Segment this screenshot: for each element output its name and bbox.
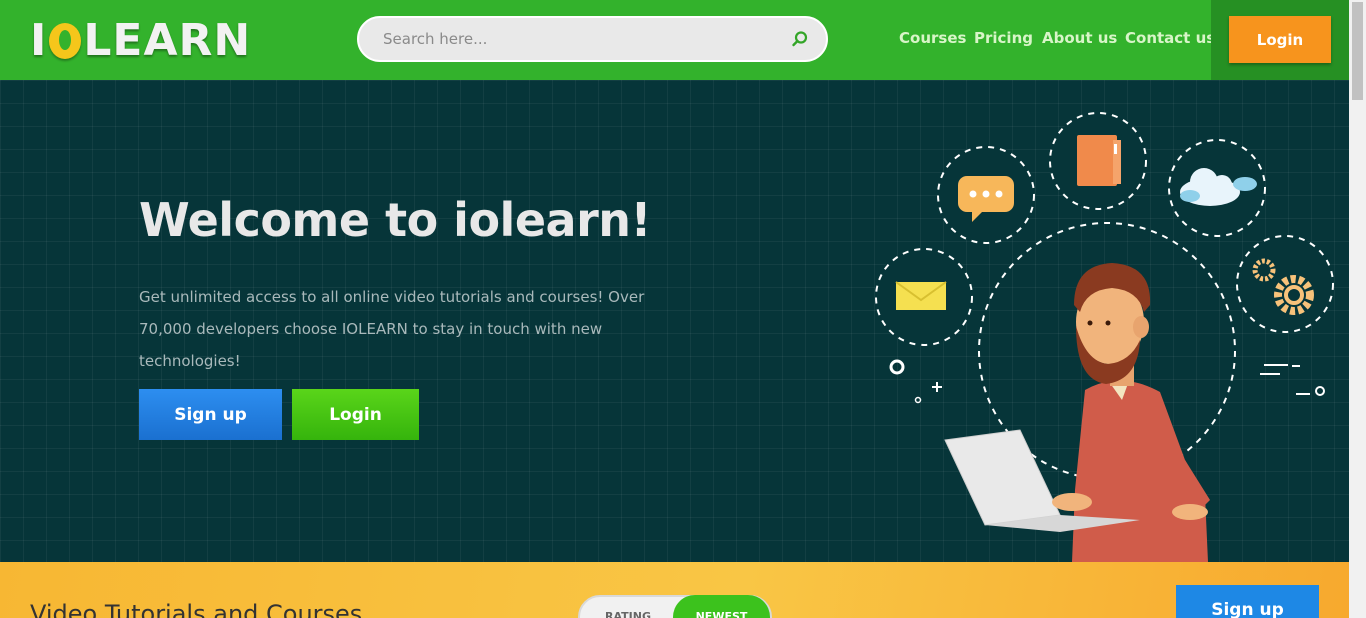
hero-description: Get unlimited access to all online video… [139,288,645,370]
hero-title: Welcome to iolearn! [139,193,651,247]
header-login-button[interactable]: Login [1229,16,1331,63]
folder-icon [1049,112,1147,210]
developer-with-laptop [944,263,1210,562]
sort-newest-option[interactable]: NEWEST [673,595,770,618]
scrollbar-thumb[interactable] [1352,2,1363,100]
search-icon [792,31,808,47]
nav-courses[interactable]: Courses [899,29,966,47]
gears-icon [1236,235,1334,333]
strip-signup-button[interactable]: Sign up [1176,585,1319,618]
chat-bubble-icon [937,146,1035,244]
search-bar [357,16,828,62]
logo-letter-i: I [30,14,48,66]
tutorials-strip: Video Tutorials and Courses RATING NEWES… [0,562,1349,618]
iolearn-logo[interactable]: I LEARN [30,12,251,68]
hero-section: Welcome to iolearn! Get unlimited access… [0,80,1349,562]
developer-illustration [875,112,1334,562]
search-button[interactable] [780,19,820,59]
nav-contact-us[interactable]: Contact us [1125,29,1215,47]
cloud-icon [1168,139,1266,237]
logo-o-icon [49,23,82,59]
sort-toggle[interactable]: RATING NEWEST [578,595,772,618]
hero-login-button[interactable]: Login [292,389,419,440]
nav-about-us[interactable]: About us [1042,29,1117,47]
header-login-area: Login [1211,0,1349,80]
site-header: I LEARN Courses Pricing About us Contact … [0,0,1349,80]
sort-rating-option[interactable]: RATING [582,597,674,618]
search-input[interactable] [359,18,780,60]
page-scrollbar[interactable] [1349,0,1366,618]
mail-icon [875,248,973,346]
hero-signup-button[interactable]: Sign up [139,389,282,440]
nav-pricing[interactable]: Pricing [974,29,1033,47]
logo-letters: LEARN [83,14,252,66]
tutorials-heading: Video Tutorials and Courses [30,600,363,618]
